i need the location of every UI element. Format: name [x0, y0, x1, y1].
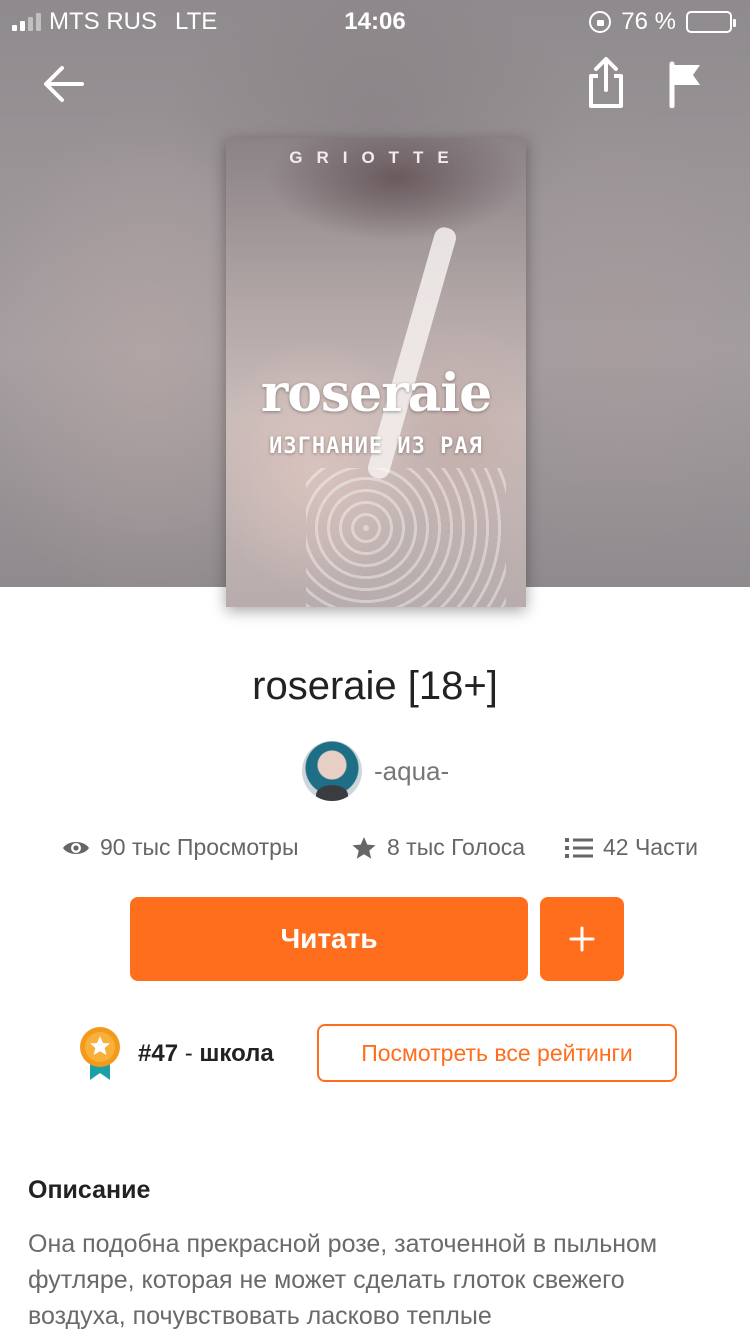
- list-icon: [565, 837, 593, 858]
- parts-label: 42 Части: [603, 834, 698, 860]
- battery-icon: [686, 11, 736, 33]
- author-link[interactable]: -aqua-: [302, 741, 449, 801]
- book-cover[interactable]: GRIOTTE roseraie ИЗГНАНИЕ ИЗ РАЯ: [226, 138, 526, 607]
- share-button[interactable]: [583, 56, 629, 110]
- plus-icon: [569, 926, 595, 952]
- arrow-left-icon: [44, 66, 84, 102]
- status-right: 76 %: [589, 8, 736, 36]
- avatar[interactable]: [302, 741, 362, 801]
- back-button[interactable]: [40, 60, 88, 108]
- flag-icon: [669, 61, 700, 109]
- views-label: 90 тыс Просмотры: [100, 834, 299, 860]
- stat-views: 90 тыс Просмотры: [62, 834, 299, 861]
- report-button[interactable]: [666, 60, 706, 109]
- ranking-text: #47 - школа: [138, 1040, 274, 1068]
- view-all-rankings-button[interactable]: Посмотреть все рейтинги: [317, 1024, 677, 1082]
- cover-artwork-lace: [306, 468, 506, 607]
- eye-icon: [63, 841, 89, 854]
- battery-percent: 76 %: [621, 8, 676, 35]
- story-stats: 90 тыс Просмотры 8 тыс Голоса 42 Части: [62, 834, 722, 866]
- status-bar: MTS RUS LTE 14:06 76 %: [0, 0, 750, 40]
- share-icon: [589, 57, 623, 108]
- read-button[interactable]: Читать: [130, 897, 528, 981]
- stat-parts: 42 Части: [565, 834, 698, 861]
- rank-separator: -: [178, 1040, 200, 1067]
- ranking-badge-icon: [78, 1026, 122, 1082]
- description-text: Она подобна прекрасной розе, заточенной …: [28, 1230, 658, 1330]
- votes-label: 8 тыс Голоса: [387, 834, 526, 860]
- story-title: roseraie [18+]: [252, 664, 498, 708]
- stat-votes: 8 тыс Голоса: [351, 834, 525, 861]
- rank-tag: школа: [199, 1040, 274, 1067]
- author-name[interactable]: -aqua-: [374, 756, 449, 787]
- rank-number: #47: [138, 1040, 179, 1067]
- cover-author-mark: GRIOTTE: [289, 148, 463, 167]
- cover-title: roseraie: [260, 363, 492, 424]
- star-icon: [352, 836, 376, 859]
- add-to-library-button[interactable]: [540, 897, 624, 981]
- orientation-lock-icon: [589, 11, 612, 33]
- cover-subtitle: ИЗГНАНИЕ ИЗ РАЯ: [269, 434, 483, 459]
- description-heading: Описание: [28, 1176, 151, 1204]
